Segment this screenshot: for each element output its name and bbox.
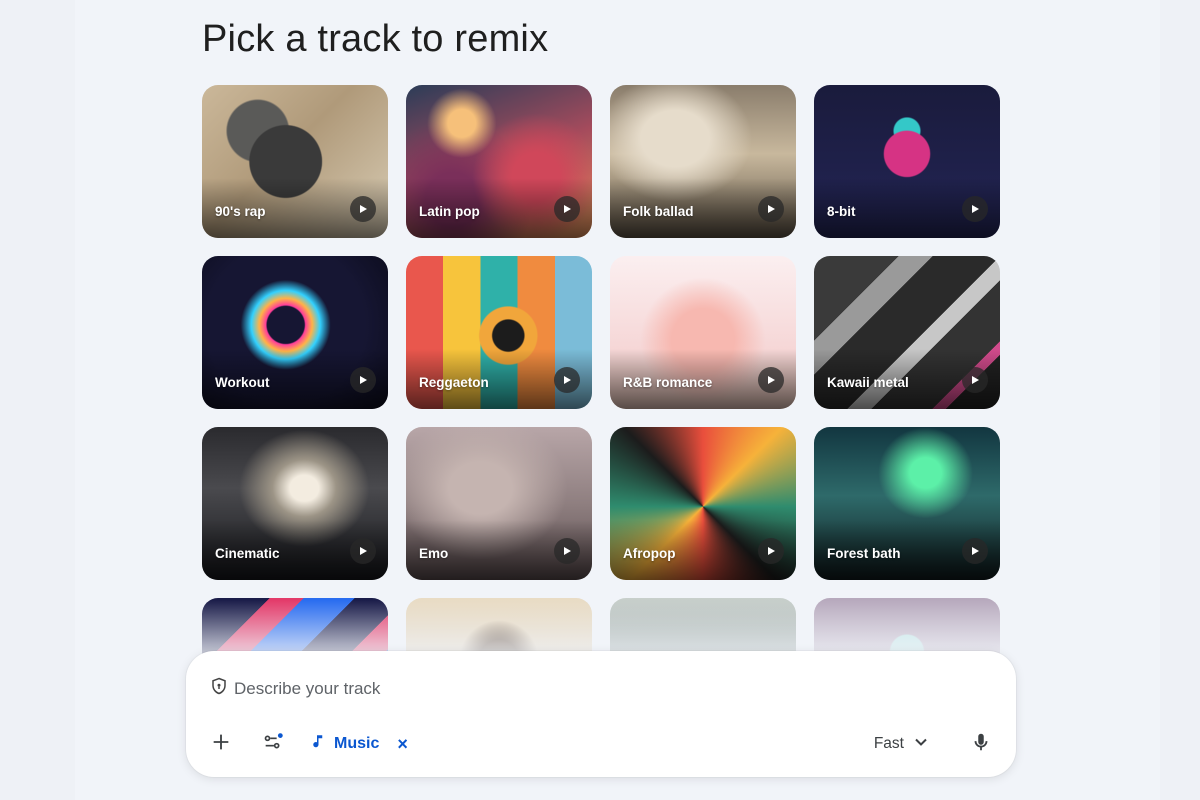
microphone-button[interactable]	[966, 729, 996, 759]
prompt-placeholder: Describe your track	[234, 678, 381, 698]
track-card[interactable]: Reggaeton	[406, 256, 592, 409]
plus-icon	[210, 731, 232, 758]
track-card[interactable]: Folk ballad	[610, 85, 796, 238]
play-icon[interactable]	[758, 196, 784, 222]
page-title: Pick a track to remix	[202, 18, 549, 60]
play-icon[interactable]	[962, 367, 988, 393]
track-card[interactable]: R&B romance	[610, 256, 796, 409]
close-icon[interactable]: ×	[397, 734, 408, 755]
track-label: R&B romance	[623, 375, 713, 390]
play-icon[interactable]	[758, 538, 784, 564]
speed-label: Fast	[873, 735, 904, 752]
music-note-icon	[308, 733, 326, 756]
track-label: Kawaii metal	[827, 375, 909, 390]
prompt-input[interactable]: Describe your track	[210, 677, 380, 700]
speed-selector[interactable]: Fast	[874, 735, 928, 754]
track-card[interactable]: 8-bit	[814, 85, 1000, 238]
play-icon[interactable]	[350, 367, 376, 393]
music-chip[interactable]: Music ×	[308, 733, 408, 756]
chevron-down-icon	[914, 735, 928, 754]
track-label: Folk ballad	[623, 204, 694, 219]
track-label: Latin pop	[419, 204, 480, 219]
track-card[interactable]: Afropop	[610, 427, 796, 580]
track-label: Workout	[215, 375, 270, 390]
track-card[interactable]: Workout	[202, 256, 388, 409]
track-label: Emo	[419, 546, 449, 561]
track-label: Reggaeton	[419, 375, 489, 390]
track-card[interactable]: Emo	[406, 427, 592, 580]
track-card[interactable]: 90's rap	[202, 85, 388, 238]
prompt-composer: Describe your track Music × Fast	[186, 651, 1016, 777]
play-icon[interactable]	[554, 538, 580, 564]
play-icon[interactable]	[962, 538, 988, 564]
shield-icon	[210, 677, 228, 700]
track-card[interactable]: Latin pop	[406, 85, 592, 238]
play-icon[interactable]	[350, 538, 376, 564]
play-icon[interactable]	[554, 196, 580, 222]
track-card[interactable]: Forest bath	[814, 427, 1000, 580]
add-button[interactable]	[206, 729, 236, 759]
play-icon[interactable]	[758, 367, 784, 393]
play-icon[interactable]	[554, 367, 580, 393]
music-chip-label: Music	[334, 735, 380, 752]
track-card[interactable]: Kawaii metal	[814, 256, 1000, 409]
composer-toolbar: Music × Fast	[206, 729, 996, 759]
play-icon[interactable]	[962, 196, 988, 222]
track-label: 90's rap	[215, 204, 266, 219]
settings-button[interactable]	[258, 729, 288, 759]
track-card[interactable]: Cinematic	[202, 427, 388, 580]
play-icon[interactable]	[350, 196, 376, 222]
track-label: Afropop	[623, 546, 676, 561]
sliders-icon	[262, 731, 284, 758]
track-label: 8-bit	[827, 204, 856, 219]
track-label: Cinematic	[215, 546, 280, 561]
track-label: Forest bath	[827, 546, 901, 561]
microphone-icon	[970, 731, 992, 758]
